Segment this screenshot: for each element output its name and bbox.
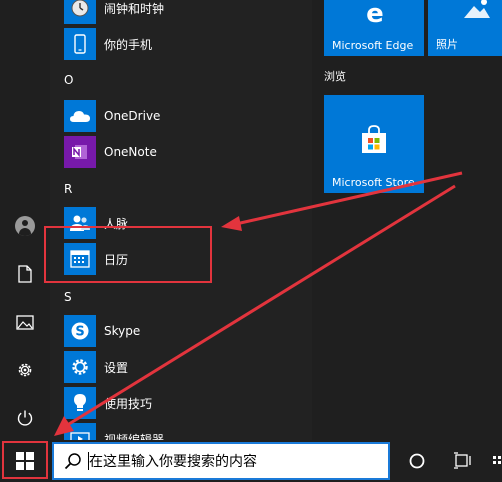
settings-icon (18, 363, 32, 377)
app-list: 闹钟和时钟 你的手机 O OneDrive OneNote R 人脉 日历 S … (50, 0, 312, 455)
app-label: 闹钟和时钟 (104, 1, 165, 16)
cortana-icon (409, 453, 425, 469)
user-icon (15, 216, 35, 236)
app-label: OneDrive (104, 109, 161, 123)
app-label: OneNote (104, 145, 157, 159)
app-label: Skype (104, 324, 141, 338)
start-sidebar (0, 0, 50, 440)
group-letter-s[interactable]: S (64, 290, 72, 304)
tile-label: 照片 (436, 38, 458, 51)
phone-icon (74, 34, 86, 54)
alarm-clock-tile (64, 0, 96, 24)
documents-button[interactable] (0, 251, 50, 297)
group-title-browse[interactable]: 浏览 (324, 68, 346, 84)
skype-tile: S (64, 315, 96, 347)
photos-icon (464, 0, 490, 18)
app-label: 使用技巧 (104, 396, 153, 411)
app-label: 设置 (104, 360, 129, 375)
tile-label: Microsoft Store (332, 176, 415, 189)
onenote-tile (64, 136, 96, 168)
settings-tile (64, 351, 96, 383)
start-button-highlight (2, 441, 48, 479)
gear-icon (72, 359, 88, 375)
onedrive-tile (64, 100, 96, 132)
list-item-your-phone[interactable]: 你的手机 (64, 27, 304, 61)
svg-text:e: e (366, 0, 384, 26)
list-item-alarms-clock[interactable]: 闹钟和时钟 (64, 0, 304, 25)
taskbar: 在这里输入你要搜索的内容 (0, 440, 502, 482)
power-button[interactable] (0, 395, 50, 441)
app-label: 你的手机 (104, 37, 153, 52)
tile-microsoft-store[interactable]: Microsoft Store (324, 95, 424, 193)
taskbar-app-button[interactable] (484, 440, 502, 482)
search-input[interactable]: 在这里输入你要搜索的内容 (89, 451, 257, 471)
skype-icon: S (71, 322, 89, 340)
list-item-onedrive[interactable]: OneDrive (64, 99, 304, 133)
task-view-icon (454, 452, 471, 469)
tips-tile (64, 387, 96, 419)
alarm-clock-icon (71, 0, 89, 17)
onenote-icon (72, 145, 87, 159)
settings-button[interactable] (0, 347, 50, 393)
list-item-tips[interactable]: 使用技巧 (64, 386, 304, 420)
tile-label: Microsoft Edge (332, 39, 414, 52)
edge-icon: e (366, 0, 384, 26)
list-item-settings[interactable]: 设置 (64, 350, 304, 384)
group-letter-o[interactable]: O (64, 73, 73, 87)
cortana-button[interactable] (395, 440, 439, 482)
lightbulb-icon (74, 394, 86, 411)
user-account-button[interactable] (0, 203, 50, 249)
pictures-icon (16, 314, 34, 330)
power-icon (17, 410, 33, 426)
app-grid-icon (493, 456, 501, 464)
list-item-onenote[interactable]: OneNote (64, 135, 304, 169)
task-view-button[interactable] (441, 440, 485, 482)
pictures-button[interactable] (0, 299, 50, 345)
document-icon (18, 265, 32, 283)
onedrive-icon (70, 111, 90, 122)
tiles-area: e Microsoft Edge 照片 浏览 Microsoft Store (312, 0, 502, 440)
your-phone-tile (64, 28, 96, 60)
calendar-highlight (44, 226, 212, 283)
group-letter-r[interactable]: R (64, 182, 72, 196)
store-icon (362, 125, 386, 153)
tile-photos[interactable]: 照片 (428, 0, 502, 56)
tile-microsoft-edge[interactable]: e Microsoft Edge (324, 0, 424, 56)
search-box[interactable]: 在这里输入你要搜索的内容 (52, 442, 390, 480)
svg-text:S: S (75, 325, 84, 340)
search-icon (64, 453, 81, 470)
list-item-skype[interactable]: S Skype (64, 314, 304, 348)
